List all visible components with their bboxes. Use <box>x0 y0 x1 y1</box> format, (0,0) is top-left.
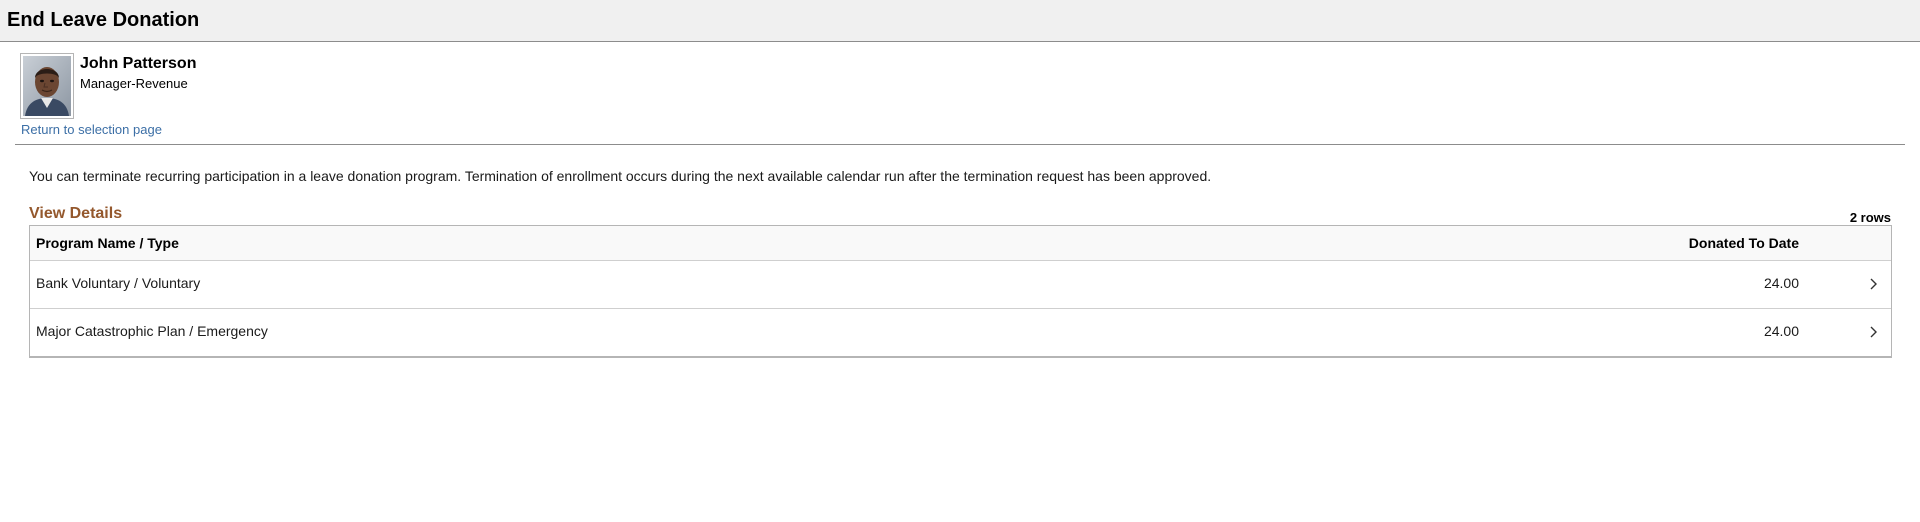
program-name-cell: Bank Voluntary / Voluntary <box>36 275 201 291</box>
page-header: End Leave Donation <box>0 0 1920 42</box>
table-row[interactable]: Major Catastrophic Plan / Emergency 24.0… <box>30 309 1891 356</box>
instructions-text: You can terminate recurring participatio… <box>29 168 1212 184</box>
grid-header: Program Name / Type Donated To Date <box>30 226 1891 261</box>
table-row[interactable]: Bank Voluntary / Voluntary 24.00 <box>30 261 1891 309</box>
return-to-selection-link[interactable]: Return to selection page <box>21 122 162 137</box>
donated-to-date-cell: 24.00 <box>1763 275 1799 291</box>
page-title: End Leave Donation <box>7 9 200 31</box>
program-name-cell: Major Catastrophic Plan / Emergency <box>36 323 268 339</box>
details-grid: Program Name / Type Donated To Date Bank… <box>29 225 1892 358</box>
donated-to-date-cell: 24.00 <box>1763 323 1799 339</box>
chevron-right-icon[interactable] <box>1867 323 1881 341</box>
row-count: 2 rows <box>1849 210 1891 225</box>
employee-name: John Patterson <box>80 55 197 72</box>
divider <box>15 144 1905 145</box>
column-header-program: Program Name / Type <box>36 235 179 251</box>
column-header-donated: Donated To Date <box>1688 235 1799 251</box>
chevron-right-icon[interactable] <box>1867 275 1881 293</box>
avatar <box>20 53 74 119</box>
employee-job-title: Manager-Revenue <box>80 76 188 91</box>
employee-photo-icon <box>23 56 71 116</box>
grid-title: View Details <box>29 205 123 222</box>
